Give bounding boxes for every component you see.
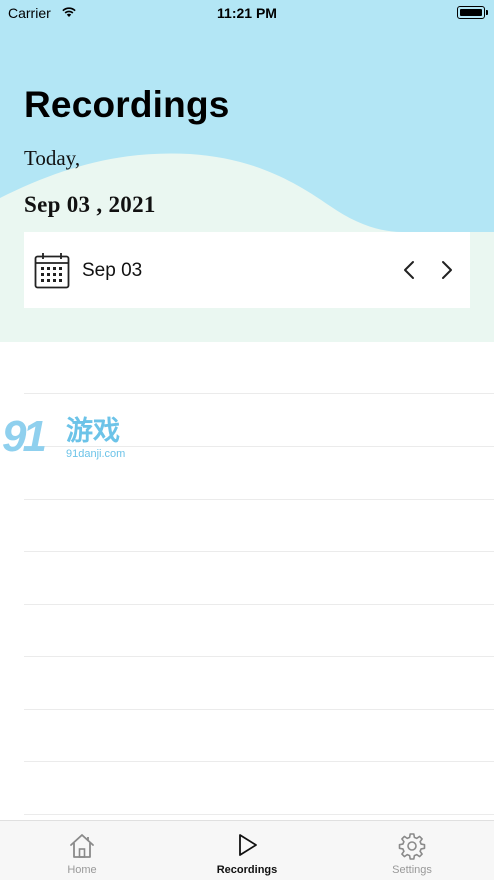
list-item[interactable]	[24, 710, 494, 762]
home-icon	[67, 831, 97, 861]
gear-icon	[397, 831, 427, 861]
watermark-url: 91danji.com	[66, 448, 126, 460]
list-item[interactable]	[24, 763, 494, 815]
list-item[interactable]	[24, 553, 494, 605]
chevron-left-icon[interactable]	[398, 256, 420, 284]
tab-home-label: Home	[67, 864, 97, 876]
list-item[interactable]	[24, 500, 494, 552]
clock-time: 11:21 PM	[217, 5, 277, 21]
list-item[interactable]	[24, 605, 494, 657]
status-bar: Carrier 11:21 PM	[0, 0, 494, 26]
page-title: Recordings	[24, 84, 230, 125]
list-item[interactable]	[24, 658, 494, 710]
tab-recordings-label: Recordings	[216, 864, 278, 876]
watermark-brand: 游戏	[66, 416, 120, 446]
tab-settings[interactable]: Settings	[330, 821, 494, 880]
list-item[interactable]	[24, 342, 494, 394]
tab-recordings[interactable]: Recordings	[165, 821, 329, 880]
calendar-icon[interactable]	[34, 252, 70, 294]
watermark: 91 游戏 91danji.com	[2, 412, 136, 468]
date-picker: Sep 03	[24, 232, 470, 308]
play-icon	[232, 831, 262, 861]
tab-home[interactable]: Home	[0, 821, 164, 880]
battery-icon	[457, 6, 488, 19]
watermark-number: 91	[2, 412, 47, 461]
tab-bar: Home Recordings Settings	[0, 820, 494, 880]
today-label: Today,	[24, 146, 81, 170]
tab-settings-label: Settings	[392, 864, 432, 876]
selected-date[interactable]: Sep 03	[82, 260, 142, 282]
chevron-right-icon[interactable]	[436, 256, 458, 284]
current-date: Sep 03 , 2021	[24, 192, 156, 217]
